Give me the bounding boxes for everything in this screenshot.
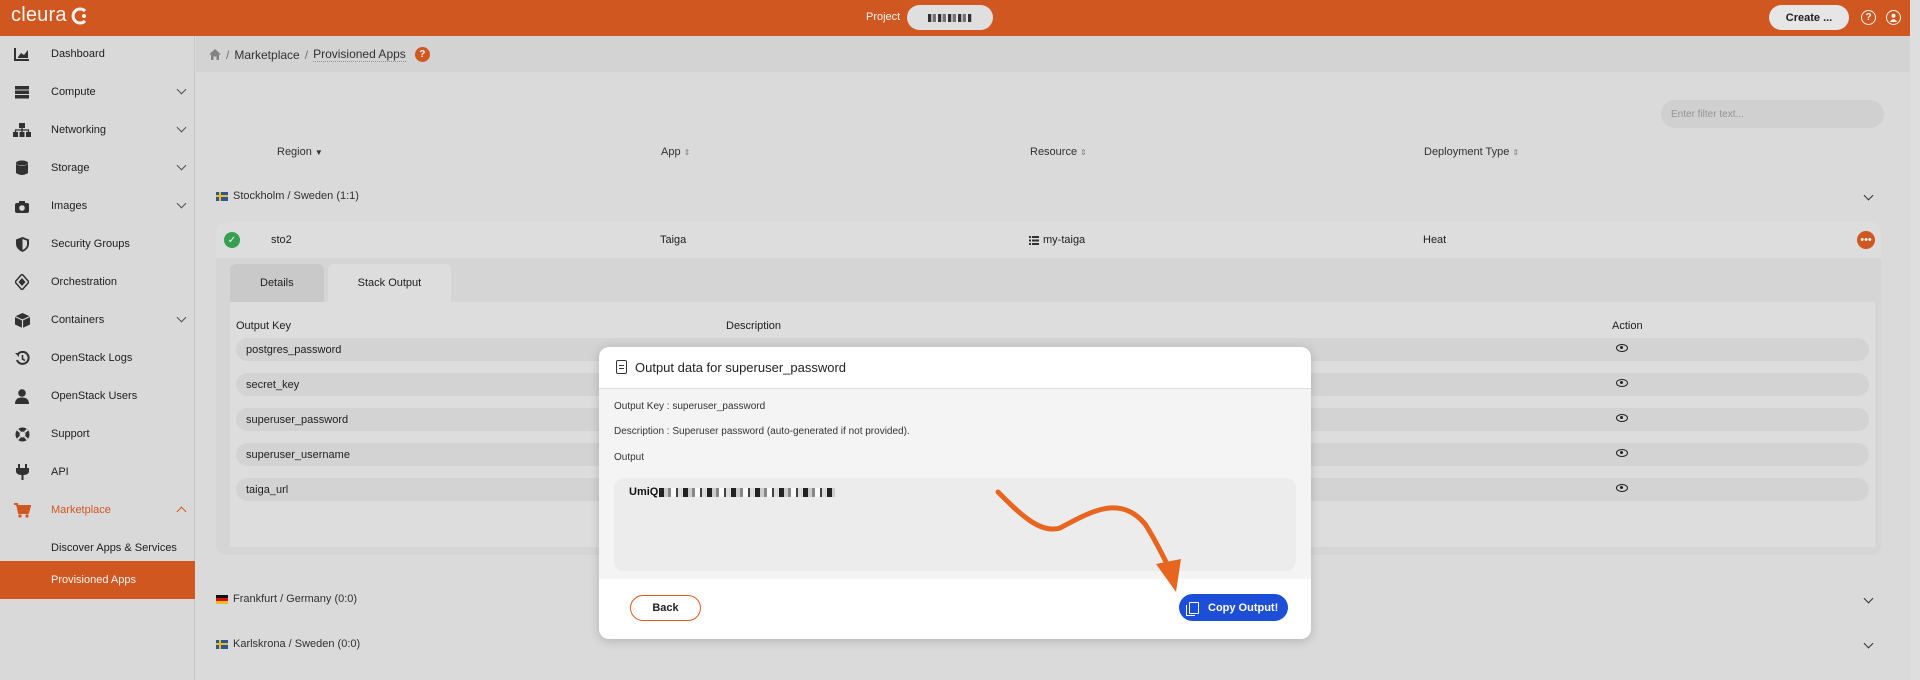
dialog-header: Output data for superuser_password — [599, 347, 1311, 389]
back-button[interactable]: Back — [630, 595, 701, 621]
document-icon — [616, 360, 627, 374]
dialog-body: Output Key : superuser_password Descript… — [599, 389, 1311, 579]
dialog-title: Output data for superuser_password — [635, 360, 847, 375]
output-value: UmiQ — [629, 486, 836, 498]
output-key-line: Output Key : superuser_password — [614, 401, 766, 412]
output-value-box[interactable]: UmiQ — [614, 478, 1296, 571]
copy-icon — [1186, 601, 1199, 616]
redacted-output-value — [659, 487, 836, 497]
annotation-arrow-icon — [995, 489, 1181, 592]
description-line: Description : Superuser password (auto-g… — [614, 426, 910, 437]
output-data-dialog: Output data for superuser_password Outpu… — [599, 347, 1311, 639]
copy-output-button[interactable]: Copy Output! — [1179, 594, 1288, 621]
output-label: Output — [614, 452, 645, 463]
copy-output-label: Copy Output! — [1208, 601, 1279, 614]
output-value-text: UmiQ — [629, 486, 659, 498]
dialog-footer: Back Copy Output! — [599, 579, 1311, 639]
